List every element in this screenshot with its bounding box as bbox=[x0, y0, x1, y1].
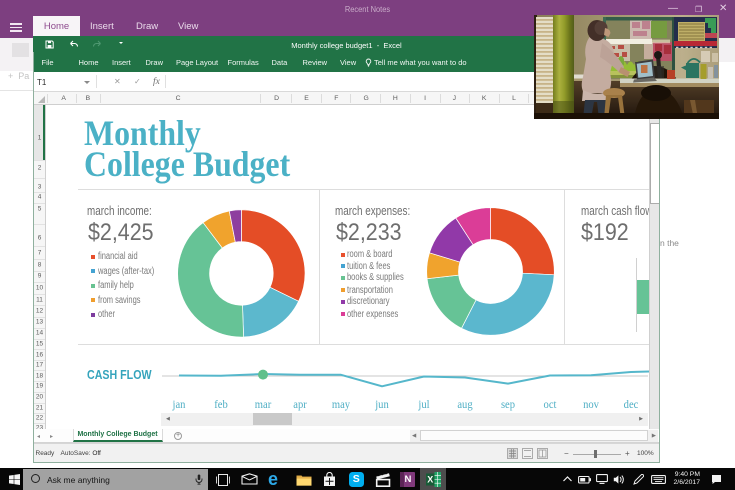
svg-text:X: X bbox=[427, 474, 433, 484]
